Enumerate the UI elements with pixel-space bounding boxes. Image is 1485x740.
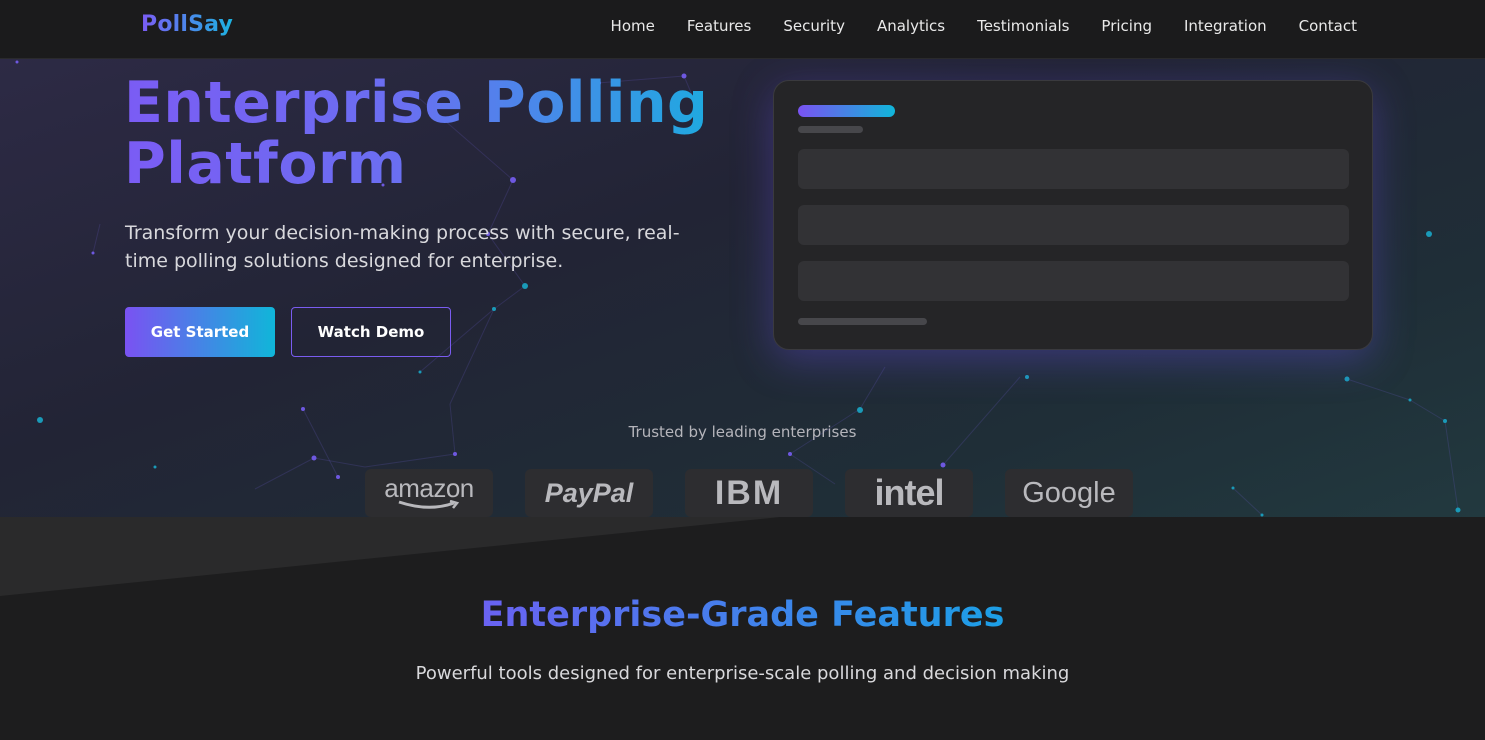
- watch-demo-button[interactable]: Watch Demo: [291, 307, 451, 357]
- nav-link-contact[interactable]: Contact: [1299, 16, 1357, 36]
- features-title: Enterprise-Grade Features: [0, 595, 1485, 635]
- google-logo: Google: [1005, 469, 1133, 517]
- preview-option-row: [798, 261, 1349, 301]
- intel-logo: intel: [845, 469, 973, 517]
- nav-link-features[interactable]: Features: [687, 16, 752, 36]
- amazon-smile-icon: [398, 500, 460, 509]
- preview-option-row: [798, 149, 1349, 189]
- features-subtitle: Powerful tools designed for enterprise-s…: [415, 663, 1070, 684]
- nav-link-integration[interactable]: Integration: [1184, 16, 1267, 36]
- nav-link-testimonials[interactable]: Testimonials: [977, 16, 1069, 36]
- client-logos: amazon PayPal IBM intel Google: [365, 469, 1133, 517]
- navbar: PollSay Home Features Security Analytics…: [0, 0, 1485, 59]
- preview-footer-bar: [798, 318, 927, 325]
- features-title-text: Enterprise-Grade Features: [480, 595, 1005, 635]
- hero-section: Enterprise Polling Platform Transform yo…: [0, 59, 1485, 517]
- amazon-logo: amazon: [365, 469, 493, 517]
- hero-subtitle: Transform your decision-making process w…: [125, 222, 680, 272]
- ibm-logo: IBM: [685, 469, 813, 517]
- features-section: Enterprise-Grade Features Powerful tools…: [0, 517, 1485, 740]
- amazon-logo-text: amazon: [384, 473, 474, 503]
- nav-link-pricing[interactable]: Pricing: [1101, 16, 1152, 36]
- paypal-logo: PayPal: [525, 469, 653, 517]
- preview-subheader-bar: [798, 126, 863, 133]
- preview-option-row: [798, 205, 1349, 245]
- brand-logo[interactable]: PollSay: [141, 12, 233, 37]
- nav-link-home[interactable]: Home: [611, 16, 655, 36]
- get-started-button[interactable]: Get Started: [125, 307, 275, 357]
- preview-header-bar: [798, 105, 895, 117]
- hero-title: Enterprise Polling Platform: [124, 73, 744, 195]
- nav-menu: Home Features Security Analytics Testimo…: [611, 16, 1357, 36]
- poll-preview-card: [773, 80, 1373, 350]
- nav-link-analytics[interactable]: Analytics: [877, 16, 945, 36]
- nav-link-security[interactable]: Security: [783, 16, 845, 36]
- trusted-label: Trusted by leading enterprises: [628, 423, 857, 441]
